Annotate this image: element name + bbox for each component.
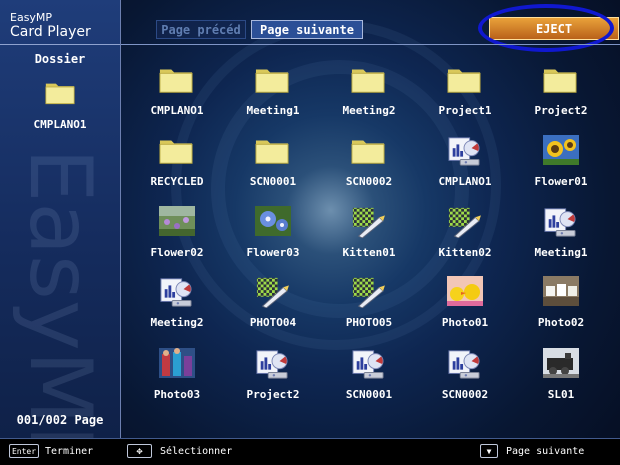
folder-icon[interactable] [45,79,75,105]
file-item-label: Photo01 [441,316,489,329]
photo-thumbnail [543,276,579,310]
file-item-label: Kitten02 [438,246,492,259]
file-item[interactable]: PHOTO04 [225,276,321,340]
file-item[interactable]: Kitten02 [417,206,513,270]
file-item-label: Meeting2 [342,104,396,117]
file-item[interactable]: Flower01 [513,135,609,199]
photo-thumbnail [543,348,579,382]
file-item-label: SCN0001 [249,175,297,188]
image-file-icon [447,206,483,240]
presentation-file-icon [543,206,579,240]
app-window: EasyMP EasyMP Card Player Dossier CMPLAN… [0,0,620,465]
folder-icon [159,135,195,169]
file-item[interactable]: Meeting1 [225,64,321,128]
folder-icon [447,64,483,98]
exit-hint: Terminer [45,446,94,457]
file-browser: Page précéd Page suivante EJECT CMPLANO1… [121,0,620,438]
image-file-icon [255,276,291,310]
help-bar: Enter Terminer ✥ Sélectionner ▼ Page sui… [0,438,620,465]
image-file-icon [351,276,387,310]
file-item[interactable]: Flower03 [225,206,321,270]
file-item-label: Photo02 [537,316,585,329]
logo-line1: EasyMP [10,11,53,24]
file-item[interactable]: PHOTO05 [321,276,417,340]
photo-thumbnail [447,276,483,310]
file-item[interactable]: SL01 [513,348,609,412]
file-item-label: Project1 [438,104,492,117]
select-hint: Sélectionner [160,446,233,457]
app-logo: EasyMP Card Player [10,11,91,41]
file-item[interactable]: SCN0002 [321,135,417,199]
file-item-label: Meeting2 [150,316,204,329]
file-item[interactable]: CMPLANO1 [417,135,513,199]
page-down-key-icon: ▼ [480,444,498,458]
file-item-label: Meeting1 [246,104,300,117]
file-item-label: CMPLANO1 [150,104,204,117]
file-item[interactable]: Photo02 [513,276,609,340]
folder-icon [351,64,387,98]
file-item-label: SCN0001 [345,388,393,401]
presentation-file-icon [447,135,483,169]
file-item[interactable]: CMPLANO1 [129,64,225,128]
file-item[interactable]: Project2 [225,348,321,412]
file-item-label: Project2 [534,104,588,117]
file-item[interactable]: SCN0001 [225,135,321,199]
file-item[interactable]: SCN0001 [321,348,417,412]
photo-thumbnail [159,206,195,240]
folder-icon [159,64,195,98]
file-item[interactable]: Photo03 [129,348,225,412]
photo-thumbnail [159,348,195,382]
folder-panel-title: Dossier [34,52,86,66]
file-item[interactable]: Photo01 [417,276,513,340]
presentation-file-icon [351,348,387,382]
folder-icon [543,64,579,98]
image-file-icon [351,206,387,240]
toolbar: Page précéd Page suivante EJECT [121,0,620,52]
file-item[interactable]: Project2 [513,64,609,128]
presentation-file-icon [159,276,195,310]
file-item-label: CMPLANO1 [438,175,492,188]
file-item-label: Kitten01 [342,246,396,259]
page-counter: 001/002 Page [16,413,104,427]
arrow-keys-icon: ✥ [127,444,152,458]
logo-line2: Card Player [10,24,91,40]
file-item-label: Flower01 [534,175,588,188]
folder-icon [351,135,387,169]
presentation-file-icon [447,348,483,382]
file-item-label: PHOTO05 [345,316,393,329]
sidebar: EasyMP EasyMP Card Player Dossier CMPLAN… [0,0,121,438]
photo-thumbnail [543,135,579,169]
file-item-label: Flower03 [246,246,300,259]
watermark-logo: EasyMP [10,148,110,438]
file-item-label: Flower02 [150,246,204,259]
next-page-hint: Page suivante [506,446,585,457]
file-item[interactable]: Project1 [417,64,513,128]
next-page-button[interactable]: Page suivante [251,20,363,39]
file-item-label: RECYCLED [150,175,204,188]
file-item-label: SL01 [547,388,575,401]
file-item-label: Project2 [246,388,300,401]
presentation-file-icon [255,348,291,382]
previous-page-button[interactable]: Page précéd [156,20,246,39]
file-item[interactable]: Meeting1 [513,206,609,270]
current-folder-name: CMPLANO1 [33,118,87,131]
photo-thumbnail [255,206,291,240]
file-item[interactable]: Meeting2 [321,64,417,128]
enter-key-icon: Enter [9,444,39,458]
folder-icon [255,64,291,98]
file-item-label: SCN0002 [345,175,393,188]
divider [0,44,120,45]
file-item[interactable]: Kitten01 [321,206,417,270]
file-item[interactable]: Meeting2 [129,276,225,340]
file-item-label: PHOTO04 [249,316,297,329]
file-item[interactable]: SCN0002 [417,348,513,412]
divider [121,44,620,45]
file-item-label: Meeting1 [534,246,588,259]
file-item-label: SCN0002 [441,388,489,401]
folder-icon [255,135,291,169]
file-item[interactable]: RECYCLED [129,135,225,199]
file-item-label: Photo03 [153,388,201,401]
file-item[interactable]: Flower02 [129,206,225,270]
